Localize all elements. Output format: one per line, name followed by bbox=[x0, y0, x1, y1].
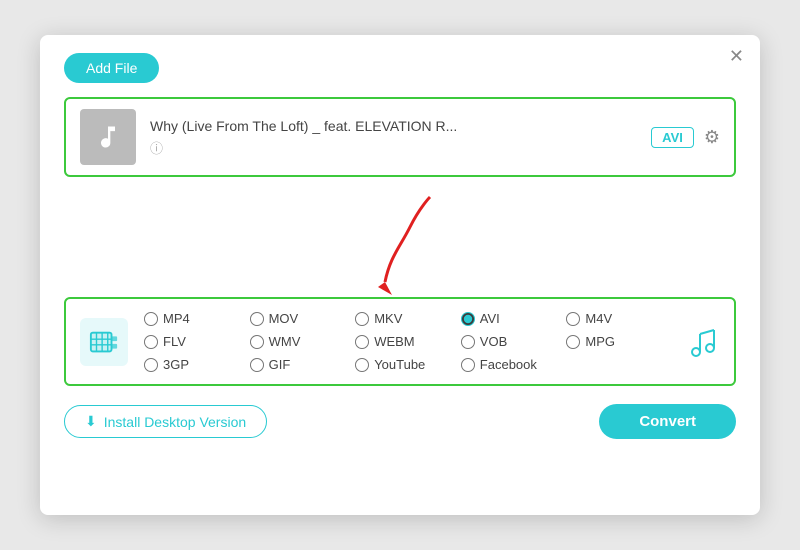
main-dialog: ✕ Add File Why (Live From The Loft) _ fe… bbox=[40, 35, 760, 515]
video-format-icon bbox=[89, 327, 119, 357]
format-grid: MP4 MOV MKV AVI M4V FLV WMV WEBM VOB MPG 3GP GIF You… bbox=[144, 311, 672, 372]
label-mov: MOV bbox=[269, 311, 299, 326]
label-mkv: MKV bbox=[374, 311, 402, 326]
add-file-button[interactable]: Add File bbox=[64, 53, 159, 83]
format-option-facebook[interactable]: Facebook bbox=[461, 357, 567, 372]
file-actions: AVI ⚙ bbox=[651, 127, 720, 148]
file-row: Why (Live From The Loft) _ feat. ELEVATI… bbox=[64, 97, 736, 177]
arrow-area bbox=[64, 187, 736, 297]
close-button[interactable]: ✕ bbox=[729, 47, 744, 65]
radio-3gp[interactable] bbox=[144, 358, 158, 372]
radio-facebook[interactable] bbox=[461, 358, 475, 372]
download-icon: ⬇ bbox=[85, 413, 97, 430]
radio-youtube[interactable] bbox=[355, 358, 369, 372]
label-youtube: YouTube bbox=[374, 357, 425, 372]
label-mpg: MPG bbox=[585, 334, 615, 349]
format-option-avi[interactable]: AVI bbox=[461, 311, 567, 326]
format-option-wmv[interactable]: WMV bbox=[250, 334, 356, 349]
radio-m4v[interactable] bbox=[566, 312, 580, 326]
label-mp4: MP4 bbox=[163, 311, 190, 326]
label-avi: AVI bbox=[480, 311, 500, 326]
format-option-gif[interactable]: GIF bbox=[250, 357, 356, 372]
format-option-youtube[interactable]: YouTube bbox=[355, 357, 461, 372]
radio-avi[interactable] bbox=[461, 312, 475, 326]
format-option-mpg[interactable]: MPG bbox=[566, 334, 672, 349]
audio-format-icon bbox=[686, 326, 718, 358]
label-webm: WEBM bbox=[374, 334, 414, 349]
label-gif: GIF bbox=[269, 357, 291, 372]
format-option-3gp[interactable]: 3GP bbox=[144, 357, 250, 372]
radio-mp4[interactable] bbox=[144, 312, 158, 326]
format-option-mkv[interactable]: MKV bbox=[355, 311, 461, 326]
gear-icon[interactable]: ⚙ bbox=[704, 127, 720, 148]
format-option-m4v[interactable]: M4V bbox=[566, 311, 672, 326]
format-panel: MP4 MOV MKV AVI M4V FLV WMV WEBM VOB MPG 3GP GIF You… bbox=[64, 297, 736, 386]
file-thumbnail bbox=[80, 109, 136, 165]
music-icon-box[interactable] bbox=[680, 320, 724, 364]
install-label: Install Desktop Version bbox=[104, 414, 246, 430]
video-icon-box bbox=[80, 318, 128, 366]
format-badge[interactable]: AVI bbox=[651, 127, 694, 148]
radio-flv[interactable] bbox=[144, 335, 158, 349]
radio-mkv[interactable] bbox=[355, 312, 369, 326]
file-title: Why (Live From The Loft) _ feat. ELEVATI… bbox=[150, 118, 651, 134]
format-option-vob[interactable]: VOB bbox=[461, 334, 567, 349]
label-m4v: M4V bbox=[585, 311, 612, 326]
file-info: Why (Live From The Loft) _ feat. ELEVATI… bbox=[150, 118, 651, 157]
music-note-icon bbox=[94, 123, 122, 151]
format-option-webm[interactable]: WEBM bbox=[355, 334, 461, 349]
arrow-svg bbox=[340, 187, 460, 297]
radio-webm[interactable] bbox=[355, 335, 369, 349]
radio-mov[interactable] bbox=[250, 312, 264, 326]
install-button[interactable]: ⬇ Install Desktop Version bbox=[64, 405, 267, 438]
format-option-flv[interactable]: FLV bbox=[144, 334, 250, 349]
radio-wmv[interactable] bbox=[250, 335, 264, 349]
label-wmv: WMV bbox=[269, 334, 301, 349]
radio-vob[interactable] bbox=[461, 335, 475, 349]
file-info-icon[interactable]: ⓘ bbox=[150, 138, 651, 157]
bottom-bar: ⬇ Install Desktop Version Convert bbox=[64, 404, 736, 439]
radio-gif[interactable] bbox=[250, 358, 264, 372]
convert-button[interactable]: Convert bbox=[599, 404, 736, 439]
format-option-mov[interactable]: MOV bbox=[250, 311, 356, 326]
label-3gp: 3GP bbox=[163, 357, 189, 372]
format-option-mp4[interactable]: MP4 bbox=[144, 311, 250, 326]
label-flv: FLV bbox=[163, 334, 186, 349]
label-facebook: Facebook bbox=[480, 357, 537, 372]
label-vob: VOB bbox=[480, 334, 507, 349]
radio-mpg[interactable] bbox=[566, 335, 580, 349]
